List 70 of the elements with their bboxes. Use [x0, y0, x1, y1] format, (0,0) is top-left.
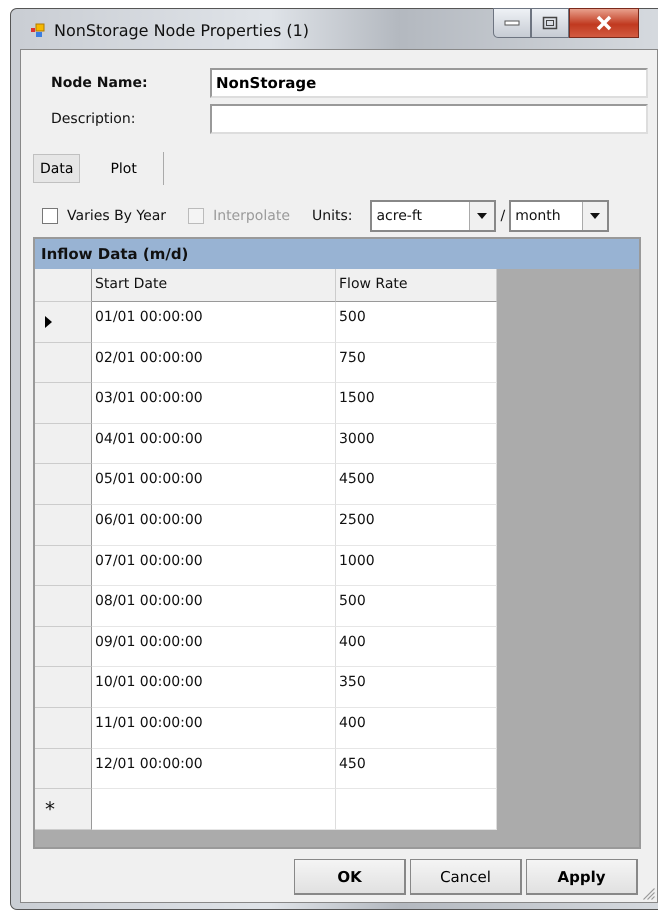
field-label: Node Name: — [50, 75, 149, 91]
close-button[interactable] — [569, 8, 639, 38]
row-header[interactable] — [35, 748, 92, 790]
checkbox[interactable] — [42, 208, 58, 224]
checkbox-label: Interpolate — [213, 208, 290, 224]
row-header[interactable] — [35, 546, 92, 586]
units-label: Units: — [312, 208, 352, 224]
table-cell[interactable]: 750 — [336, 342, 497, 384]
checkbox-label: Varies By Year — [67, 208, 166, 224]
row-header[interactable] — [35, 383, 92, 424]
table-cell[interactable]: 09/01 00:00:00 — [92, 626, 336, 668]
table-cell[interactable]: 07/01 00:00:00 — [92, 546, 336, 586]
dropdown-arrow-icon — [590, 213, 600, 219]
table-cell[interactable]: 450 — [336, 748, 497, 790]
column-header[interactable]: Start Date — [92, 269, 336, 302]
table-cell[interactable]: 1000 — [336, 546, 497, 586]
table-cell[interactable]: 3000 — [336, 424, 497, 464]
table-cell[interactable]: 03/01 00:00:00 — [92, 383, 336, 424]
dropdown-arrow-icon — [477, 213, 488, 219]
dialog-button[interactable]: OK — [294, 859, 406, 895]
table-cell[interactable]: 500 — [336, 586, 497, 627]
row-header[interactable] — [35, 342, 92, 384]
row-header[interactable] — [35, 302, 92, 343]
row-header[interactable] — [35, 424, 92, 464]
table-cell[interactable]: 12/01 00:00:00 — [92, 748, 336, 790]
units-dropdown[interactable]: acre-ft — [370, 200, 496, 232]
description-field[interactable] — [210, 104, 648, 134]
close-icon — [595, 15, 613, 31]
table-cell[interactable]: 05/01 00:00:00 — [92, 464, 336, 505]
minimize-icon — [504, 19, 520, 27]
row-header[interactable] — [35, 464, 92, 505]
window-title: NonStorage Node Properties (1) — [54, 20, 310, 40]
row-header[interactable] — [35, 708, 92, 749]
maximize-button[interactable] — [531, 8, 569, 38]
table-cell[interactable]: 400 — [336, 708, 497, 749]
row-header[interactable] — [35, 667, 92, 708]
tab[interactable]: Plot — [86, 152, 164, 185]
table-cell[interactable]: 01/01 00:00:00 — [92, 302, 336, 343]
column-header[interactable]: Flow Rate — [336, 269, 497, 302]
table-cell[interactable] — [92, 789, 336, 830]
current-row-icon — [45, 316, 52, 328]
resize-grip-icon — [643, 888, 655, 900]
row-header[interactable] — [35, 504, 92, 546]
table-cell[interactable]: 10/01 00:00:00 — [92, 667, 336, 708]
tab[interactable]: Data — [33, 154, 80, 183]
field-label: Description: — [50, 111, 136, 127]
row-header[interactable] — [35, 626, 92, 668]
row-header[interactable] — [35, 586, 92, 627]
table-cell[interactable] — [336, 789, 497, 830]
table-cell[interactable]: 02/01 00:00:00 — [92, 342, 336, 384]
table-cell[interactable]: 400 — [336, 626, 497, 668]
table-cell[interactable]: 350 — [336, 667, 497, 708]
table-cell[interactable]: 04/01 00:00:00 — [92, 424, 336, 464]
dialog-button[interactable]: Cancel — [410, 859, 522, 895]
window-icon — [30, 22, 46, 38]
minimize-button[interactable] — [493, 8, 531, 38]
separator-text: / — [500, 208, 506, 224]
table-cell[interactable]: 11/01 00:00:00 — [92, 708, 336, 749]
grid-caption: Inflow Data (m/d) — [35, 239, 639, 269]
table-cell[interactable]: 500 — [336, 302, 497, 343]
new-row-marker: * — [45, 796, 55, 821]
units-dropdown[interactable]: month — [509, 200, 610, 232]
table-cell[interactable]: 4500 — [336, 464, 497, 505]
table-cell[interactable]: 2500 — [336, 504, 497, 546]
table-cell[interactable]: 06/01 00:00:00 — [92, 504, 336, 546]
maximize-icon — [542, 16, 558, 30]
name-field[interactable]: NonStorage — [210, 68, 648, 98]
dialog-button[interactable]: Apply — [526, 859, 638, 895]
table-cell[interactable]: 08/01 00:00:00 — [92, 586, 336, 627]
table-cell[interactable]: 1500 — [336, 383, 497, 424]
